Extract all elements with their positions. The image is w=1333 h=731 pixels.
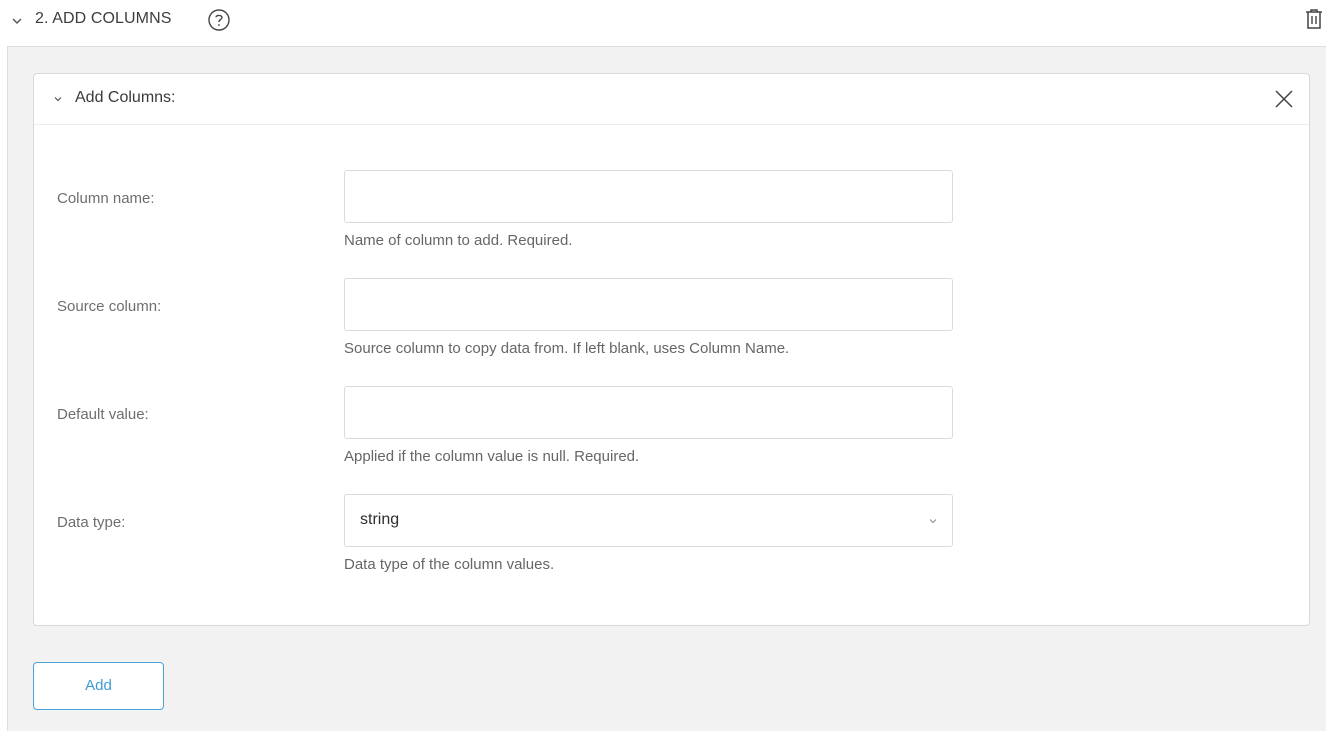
data-type-label: Data type: [57,514,126,531]
section-body: Add Columns: Column name: Name of column… [7,46,1326,731]
default-value-hint: Applied if the column value is null. Req… [344,448,640,465]
card-title: Add Columns: [75,89,176,106]
column-name-label: Column name: [57,190,155,207]
column-name-field[interactable] [344,170,953,223]
default-value-input[interactable] [345,387,952,438]
column-name-hint: Name of column to add. Required. [344,232,573,249]
data-type-value: string [360,511,400,528]
close-icon[interactable] [1273,88,1295,110]
chevron-down-icon[interactable] [52,93,64,105]
trash-icon[interactable] [1303,7,1325,31]
source-column-label: Source column: [57,298,162,315]
source-column-field[interactable] [344,278,953,331]
section-title: 2. ADD COLUMNS [35,10,172,27]
default-value-label: Default value: [57,406,149,423]
add-columns-card: Add Columns: Column name: Name of column… [33,73,1310,626]
column-name-input[interactable] [345,171,952,222]
chevron-down-icon[interactable] [928,517,938,525]
add-button[interactable]: Add [33,662,164,710]
default-value-field[interactable] [344,386,953,439]
help-icon[interactable] [207,8,231,32]
source-column-input[interactable] [345,279,952,330]
section-header: 2. ADD COLUMNS [0,0,1333,46]
source-column-hint: Source column to copy data from. If left… [344,340,790,357]
data-type-hint: Data type of the column values. [344,556,555,573]
data-type-select[interactable]: string [344,494,953,547]
chevron-down-icon[interactable] [10,14,24,28]
card-header: Add Columns: [34,74,1309,125]
